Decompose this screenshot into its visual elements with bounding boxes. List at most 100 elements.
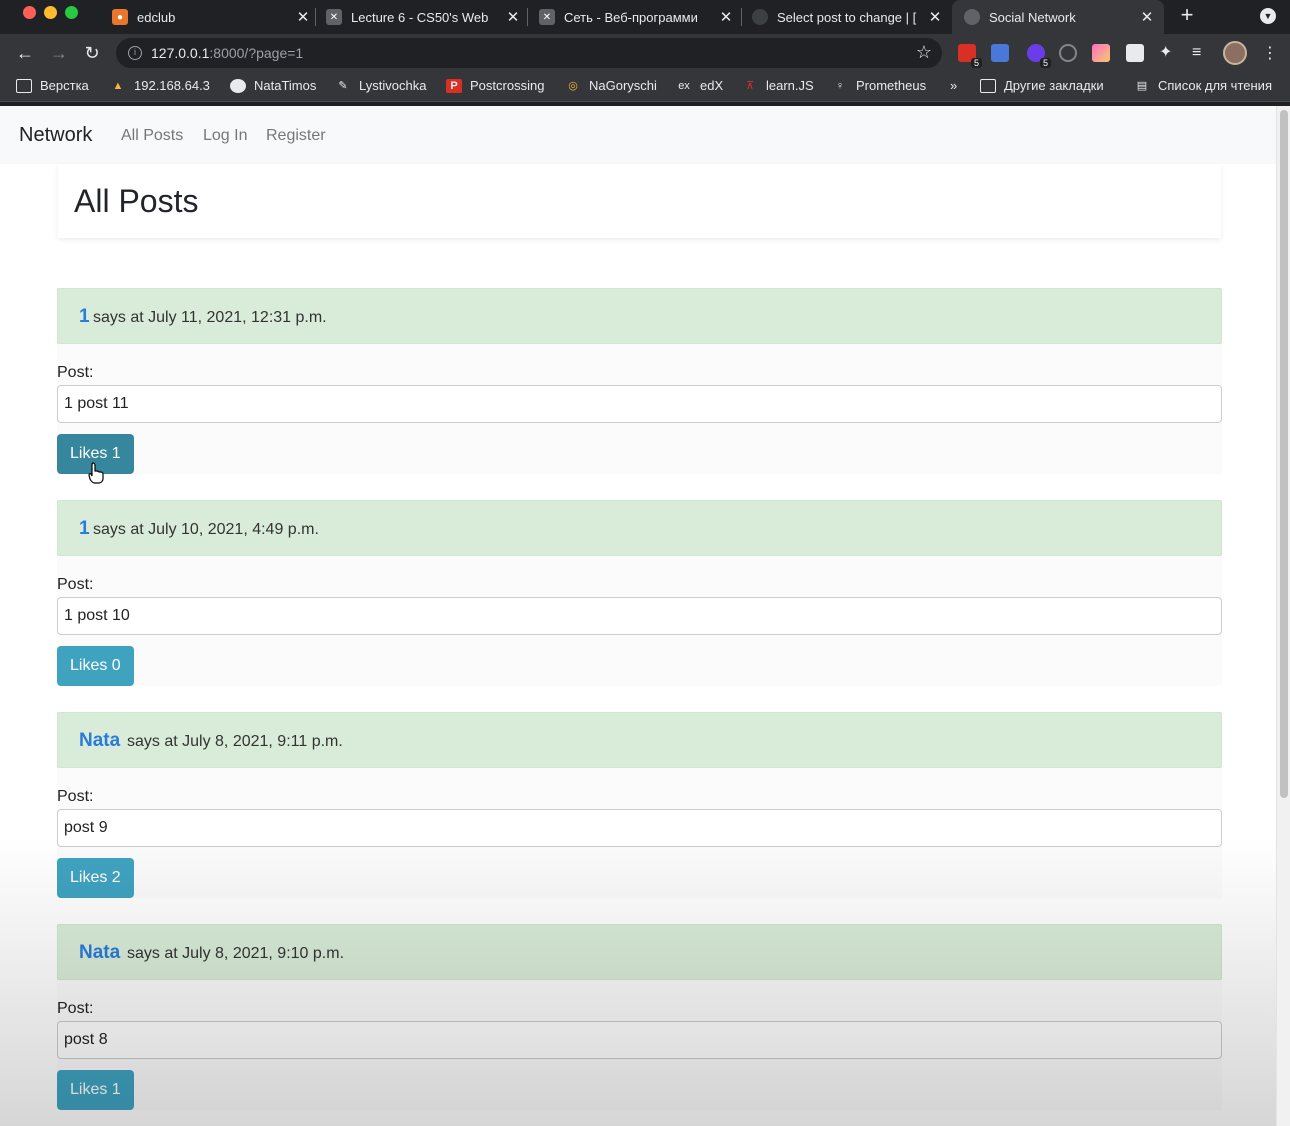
bookmark-item[interactable]: ✎ Lystivochka (335, 78, 426, 93)
post-card: Nata says at July 8, 2021, 9:11 p.m. Pos… (57, 712, 1222, 898)
post-author-link[interactable]: 1 (79, 306, 90, 328)
close-icon[interactable]: ✕ (1138, 8, 1156, 26)
forward-icon[interactable]: → (48, 42, 70, 64)
bookmark-item[interactable]: ⊼ learn.JS (742, 78, 814, 93)
nav-register[interactable]: Register (266, 127, 326, 145)
post-content-field[interactable]: 1 post 10 (57, 597, 1222, 635)
url-text[interactable]: 127.0.0.1:8000/?page=1 (151, 45, 303, 61)
close-icon[interactable]: ✕ (926, 8, 944, 26)
bookmark-item[interactable]: Верстка (16, 78, 89, 93)
bookmark-item[interactable]: P Postcrossing (446, 78, 544, 93)
scrollbar-thumb[interactable] (1280, 110, 1288, 798)
bookmark-icon: ◎ (568, 80, 578, 92)
folder-icon (980, 78, 996, 93)
tab-edclub[interactable]: ● edclub ✕ (112, 0, 312, 34)
brand-logo[interactable]: Network (19, 124, 92, 147)
tab-admin[interactable]: Select post to change | [ ✕ (752, 0, 944, 34)
bookmark-icon: ✎ (338, 80, 348, 92)
address-bar[interactable]: i 127.0.0.1:8000/?page=1 ☆ (116, 38, 942, 68)
post-timestamp: says at July 8, 2021, 9:10 p.m. (127, 945, 345, 962)
bookmark-star-icon[interactable]: ☆ (916, 42, 932, 63)
bookmarks-bar: Верстка ▲ 192.168.64.3 NataTimos ✎ Lystivo… (0, 72, 1290, 102)
post-label: Post: (57, 364, 94, 381)
post-content-field[interactable]: 1 post 11 (57, 385, 1222, 423)
post-card: Nata says at July 8, 2021, 9:10 p.m. Pos… (57, 924, 1222, 1110)
bookmark-item[interactable]: ◎ NaGoryschi (565, 78, 657, 93)
globe-icon (964, 9, 980, 25)
extension-icon[interactable] (1059, 44, 1077, 62)
post-header: Nata says at July 8, 2021, 9:11 p.m. (57, 712, 1222, 768)
reload-icon[interactable]: ↻ (81, 42, 103, 64)
postcrossing-icon: P (446, 78, 462, 93)
post-label: Post: (57, 576, 94, 593)
cs50-icon: ✕ (326, 9, 342, 25)
color-extension-icon[interactable] (1092, 44, 1110, 62)
post-author-link[interactable]: Nata (79, 942, 120, 964)
learnjs-icon: ⊼ (745, 80, 755, 92)
minimize-window-button[interactable] (44, 6, 57, 19)
prometheus-icon: ♀ (835, 79, 845, 92)
page-scrollbar[interactable] (1276, 106, 1290, 1126)
bookmark-item[interactable]: ex edX (676, 78, 723, 93)
reading-list-icon[interactable]: ≡ (1192, 44, 1210, 62)
reading-list[interactable]: ▤ Список для чтения (1134, 78, 1272, 93)
post-author-link[interactable]: 1 (79, 518, 90, 540)
globe-icon (752, 9, 768, 25)
likes-button[interactable]: Likes 1 (57, 1070, 134, 1110)
other-bookmarks[interactable]: Другие закладки (980, 78, 1104, 93)
tab-title: edclub (137, 9, 176, 25)
post-timestamp: says at July 11, 2021, 12:31 p.m. (93, 309, 327, 326)
post-author-link[interactable]: Nata (79, 730, 120, 752)
tab-network-ru[interactable]: ✕ Сеть - Веб-программи ✕ (539, 0, 735, 34)
post-content-field[interactable]: post 8 (57, 1021, 1222, 1059)
post-timestamp: says at July 10, 2021, 4:49 p.m. (93, 521, 319, 538)
tab-lecture[interactable]: ✕ Lecture 6 - CS50's Web ✕ (326, 0, 522, 34)
reading-list-icon: ▤ (1136, 80, 1148, 92)
edclub-icon: ● (112, 9, 128, 25)
tab-title: Сеть - Веб-программи (564, 9, 698, 25)
puzzle-icon[interactable]: ✦ (1159, 44, 1177, 62)
nav-log-in[interactable]: Log In (203, 127, 247, 145)
maximize-window-button[interactable] (65, 6, 78, 19)
tab-social-network[interactable]: Social Network ✕ (952, 0, 1164, 34)
github-icon (230, 78, 246, 93)
post-card: 1 says at July 11, 2021, 12:31 p.m. Post… (57, 288, 1222, 474)
notion-extension-icon[interactable] (1126, 44, 1144, 62)
close-window-button[interactable] (23, 6, 36, 19)
likes-button[interactable]: Likes 0 (57, 646, 134, 686)
post-header: 1 says at July 11, 2021, 12:31 p.m. (57, 288, 1222, 344)
site-navbar: Network All Posts Log In Register (0, 106, 1276, 164)
profile-avatar[interactable] (1223, 41, 1247, 65)
bookmark-item[interactable]: ♀ Prometheus (832, 78, 926, 93)
translate-extension-icon[interactable] (991, 44, 1009, 62)
extension-icon[interactable]: 5 (1027, 44, 1051, 68)
bookmarks-overflow-button[interactable]: » (950, 78, 957, 93)
page-title: All Posts (74, 183, 199, 219)
close-icon[interactable]: ✕ (504, 8, 522, 26)
server-icon: ▲ (112, 79, 124, 92)
likes-button[interactable]: Likes 2 (57, 858, 134, 898)
tab-search-icon[interactable]: ▼ (1260, 8, 1276, 24)
tab-bar: ● edclub ✕ ✕ Lecture 6 - CS50's Web ✕ ✕ … (0, 0, 1290, 34)
info-icon[interactable]: i (128, 46, 142, 60)
nav-all-posts[interactable]: All Posts (121, 127, 183, 145)
post-content-field[interactable]: post 9 (57, 809, 1222, 847)
menu-icon[interactable]: ⋮ (1262, 43, 1278, 63)
tab-title: Social Network (989, 9, 1076, 25)
close-icon[interactable]: ✕ (717, 8, 735, 26)
post-card: 1 says at July 10, 2021, 4:49 p.m. Post:… (57, 500, 1222, 686)
folder-icon (16, 78, 32, 93)
todoist-extension-icon[interactable]: 5 (958, 44, 982, 68)
bookmark-item[interactable]: ▲ 192.168.64.3 (110, 78, 210, 93)
new-tab-button[interactable]: + (1176, 4, 1198, 28)
hand-cursor-icon (88, 462, 104, 484)
back-icon[interactable]: ← (14, 42, 36, 64)
bookmark-item[interactable]: NataTimos (230, 78, 316, 93)
cs50-icon: ✕ (539, 9, 555, 25)
close-icon[interactable]: ✕ (294, 8, 312, 26)
post-timestamp: says at July 8, 2021, 9:11 p.m. (127, 733, 343, 750)
page-content: Network All Posts Log In Register All Po… (0, 106, 1276, 1126)
post-label: Post: (57, 1000, 94, 1017)
tab-title: Lecture 6 - CS50's Web (351, 9, 489, 25)
tab-title: Select post to change | [ (777, 9, 917, 25)
